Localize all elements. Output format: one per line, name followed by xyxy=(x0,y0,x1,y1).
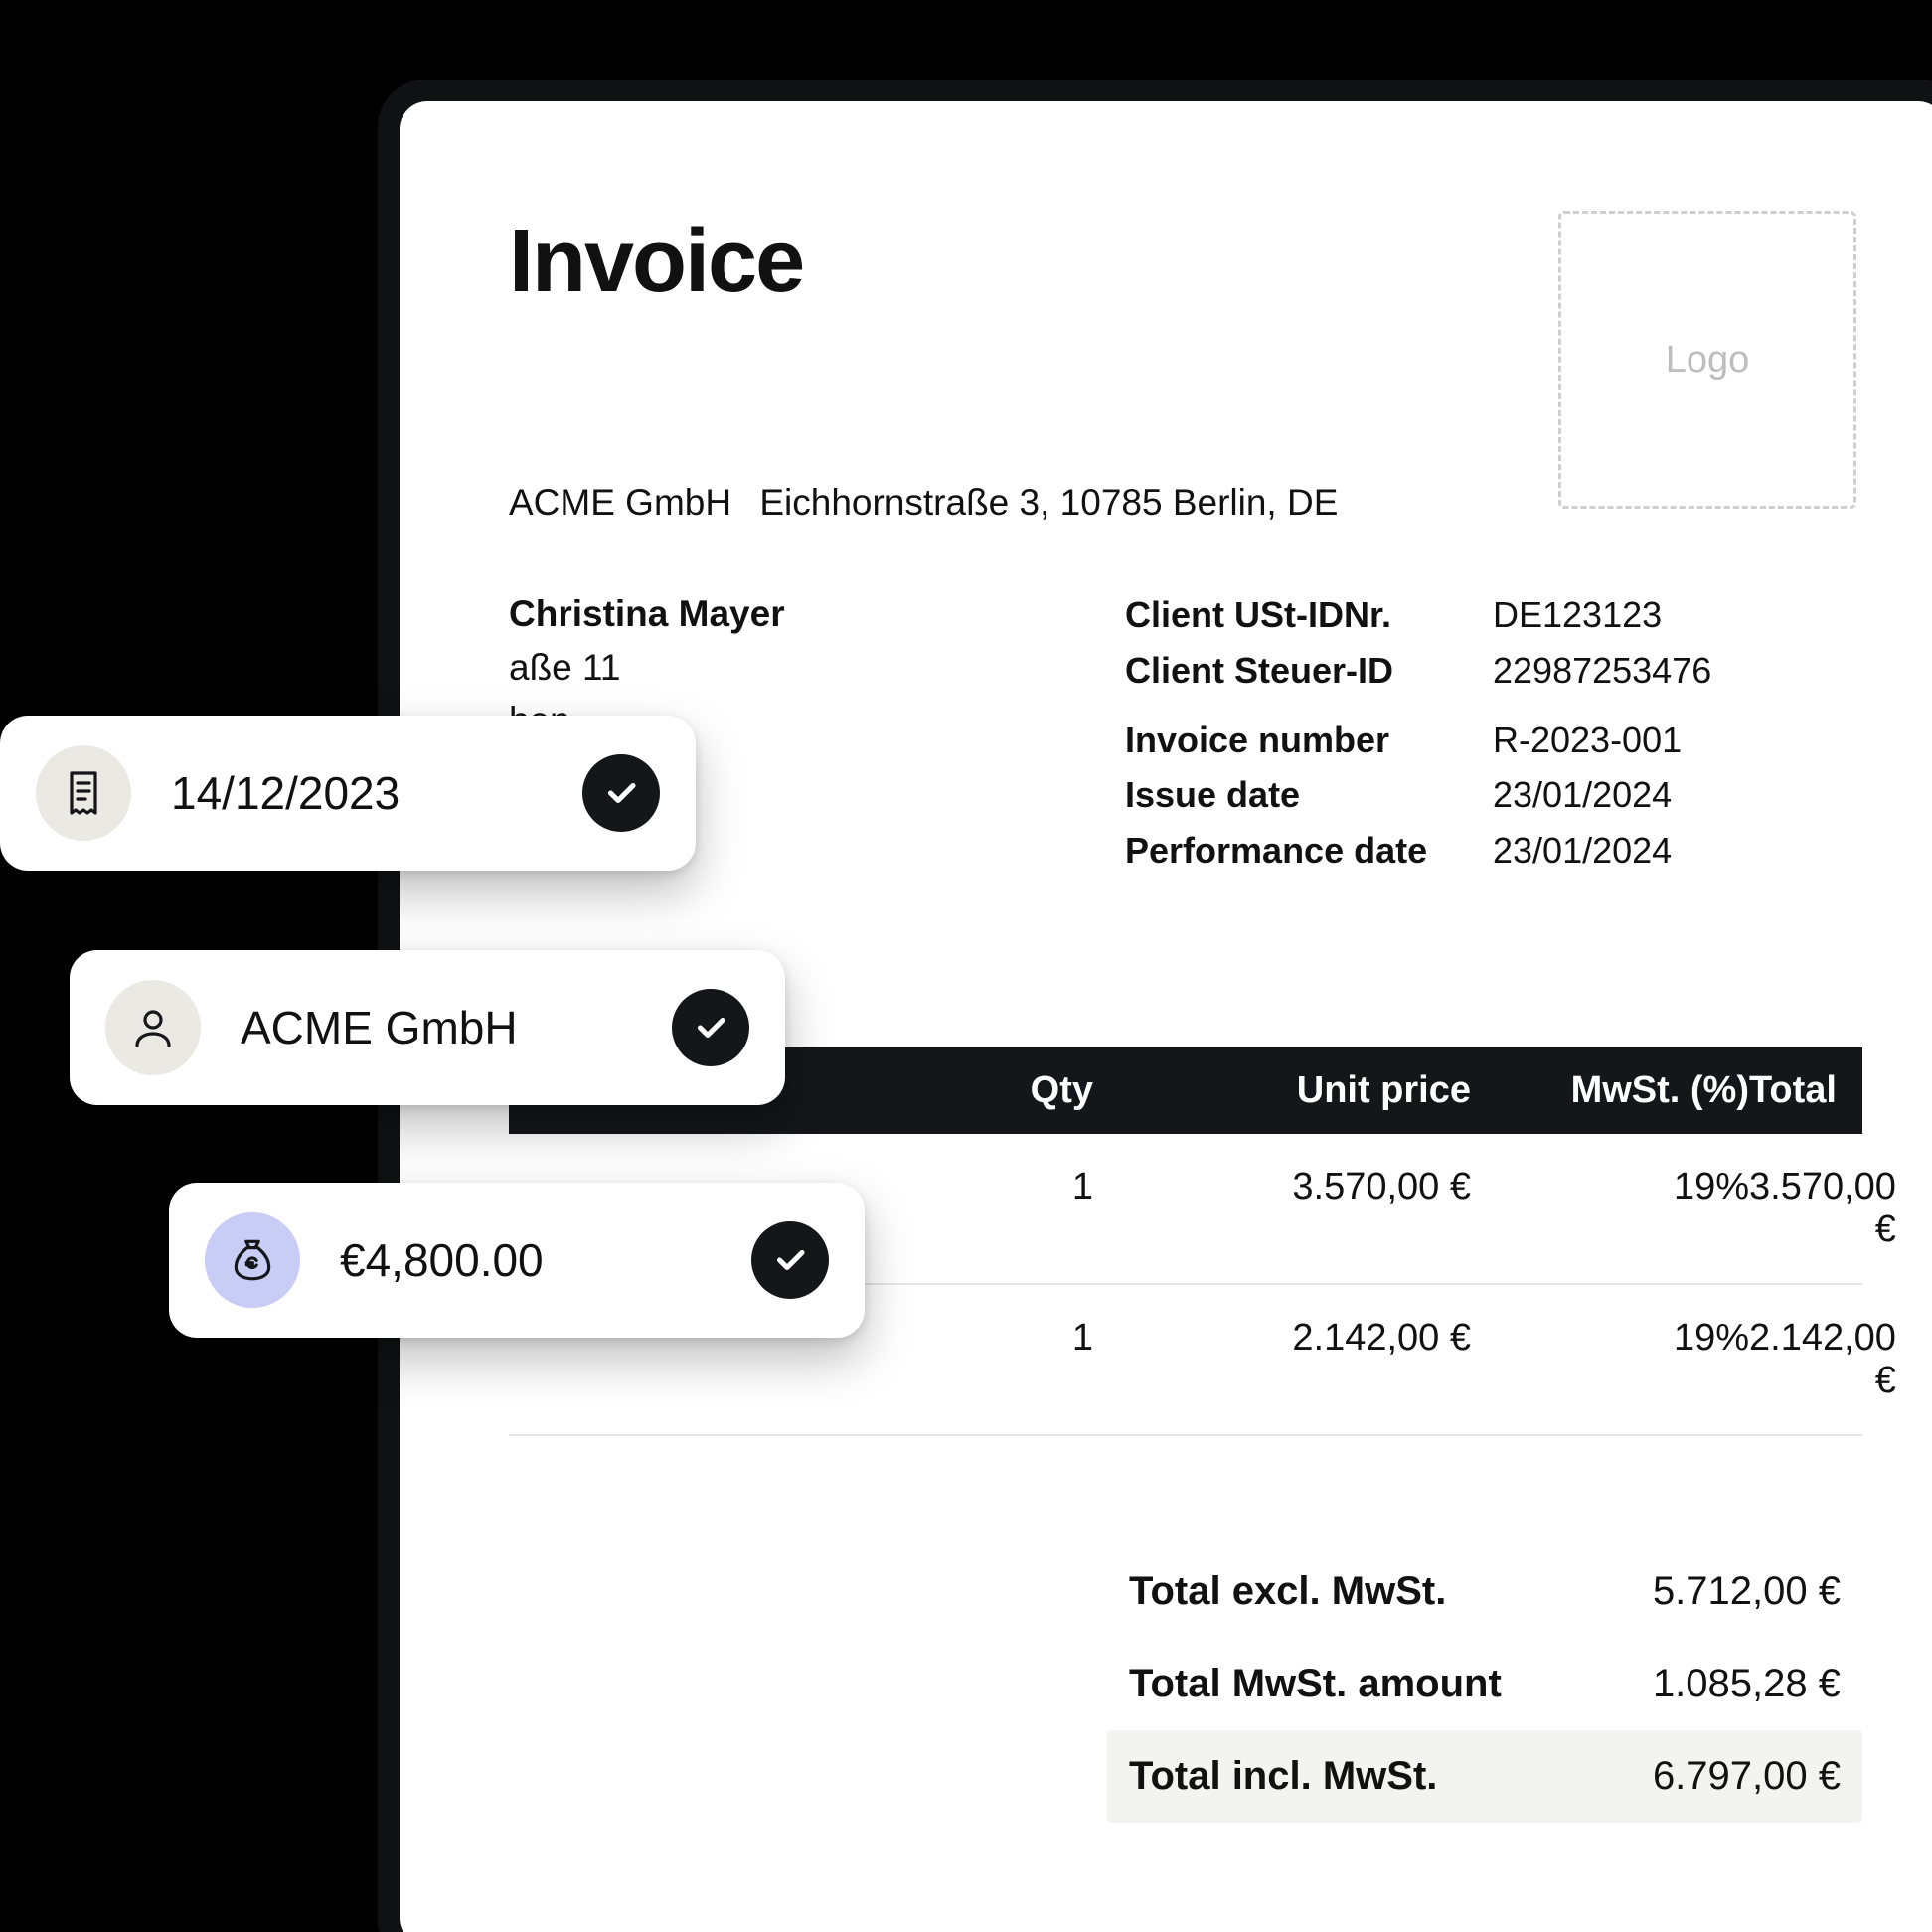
invoice-number-value: R-2023-001 xyxy=(1493,713,1862,768)
check-icon xyxy=(582,754,660,832)
logo-text: Logo xyxy=(1666,339,1750,382)
logo-placeholder: Logo xyxy=(1558,211,1856,509)
chip-client-value: ACME GmbH xyxy=(241,1001,612,1054)
sender-address: Eichhornstraße 3, 10785 Berlin, DE xyxy=(759,482,1338,523)
client-vat-value: DE123123 xyxy=(1493,587,1862,643)
row-unit: 2.142,00 € xyxy=(1093,1317,1471,1402)
extracted-amount-chip[interactable]: €4,800.00 xyxy=(169,1183,865,1338)
row-total: 3.570,00 € xyxy=(1749,1166,1896,1251)
receipt-icon xyxy=(36,745,131,841)
client-tax-label: Client Steuer-ID xyxy=(1125,643,1493,699)
row-total: 2.142,00 € xyxy=(1749,1317,1896,1402)
recipient-street: aße 11 xyxy=(509,641,1065,695)
totals-block: Total excl. MwSt. 5.712,00 € Total MwSt. … xyxy=(509,1545,1862,1823)
recipient-name: Christina Mayer xyxy=(509,587,1065,641)
row-qty: 1 xyxy=(894,1166,1093,1251)
total-incl-value: 6.797,00 € xyxy=(1653,1754,1841,1799)
client-vat-label: Client USt-IDNr. xyxy=(1125,587,1493,643)
row-vat: 19% xyxy=(1471,1166,1749,1251)
check-icon xyxy=(672,989,749,1066)
check-icon xyxy=(751,1221,829,1299)
total-incl-label: Total incl. MwSt. xyxy=(1129,1754,1437,1799)
extracted-client-chip[interactable]: ACME GmbH xyxy=(70,950,785,1105)
row-vat: 19% xyxy=(1471,1317,1749,1402)
money-bag-icon xyxy=(205,1212,300,1308)
invoice-meta-block: Client USt-IDNr.DE123123 Client Steuer-I… xyxy=(1125,587,1862,879)
client-tax-value: 22987253476 xyxy=(1493,643,1862,699)
chip-date-value: 14/12/2023 xyxy=(171,766,523,820)
col-vat: MwSt. (%) xyxy=(1471,1069,1749,1112)
extracted-date-chip[interactable]: 14/12/2023 xyxy=(0,716,696,871)
col-total: Total xyxy=(1749,1069,1837,1112)
row-unit: 3.570,00 € xyxy=(1093,1166,1471,1251)
issue-date-value: 23/01/2024 xyxy=(1493,767,1862,823)
chip-amount-value: €4,800.00 xyxy=(340,1233,692,1287)
performance-date-value: 23/01/2024 xyxy=(1493,823,1862,879)
invoice-number-label: Invoice number xyxy=(1125,713,1493,768)
sender-company: ACME GmbH xyxy=(509,482,731,523)
total-excl-value: 5.712,00 € xyxy=(1653,1569,1841,1614)
col-qty: Qty xyxy=(894,1069,1093,1112)
col-unit: Unit price xyxy=(1093,1069,1471,1112)
row-qty: 1 xyxy=(894,1317,1093,1402)
total-excl-label: Total excl. MwSt. xyxy=(1129,1569,1446,1614)
total-vat-value: 1.085,28 € xyxy=(1653,1662,1841,1706)
total-vat-label: Total MwSt. amount xyxy=(1129,1662,1502,1706)
performance-date-label: Performance date xyxy=(1125,823,1493,879)
person-icon xyxy=(105,980,201,1075)
issue-date-label: Issue date xyxy=(1125,767,1493,823)
